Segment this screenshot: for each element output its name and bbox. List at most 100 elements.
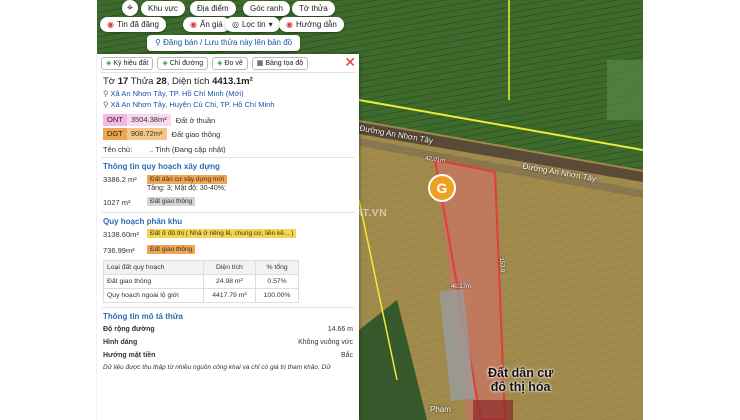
table-cell: Đất giao thông xyxy=(103,274,204,289)
address-new[interactable]: ⚲ Xã An Nhơn Tây, TP. Hồ Chí Minh (Mới) xyxy=(97,88,359,99)
construction-area-2: 1027 m² xyxy=(103,198,131,207)
left-margin xyxy=(0,0,97,420)
legend-icon: ◈ xyxy=(106,59,112,67)
zone-overlay-label: Đất dân cư đô thị hóa xyxy=(488,366,553,394)
sheet-number: 17 xyxy=(117,76,129,87)
dia-diem-button[interactable]: Địa điểm xyxy=(190,1,236,16)
construction-tag-2: Đất giao thông xyxy=(147,197,196,206)
address-old-text: Xã An Nhơn Tây, Huyện Củ Chi, TP. Hồ Chí… xyxy=(110,100,275,109)
table-header-percent: % tổng xyxy=(255,260,299,275)
measure-icon: ◈ xyxy=(217,59,223,67)
table-cell: 100.00% xyxy=(255,288,299,303)
desc-row-shape: Hình dáng Không vuông vức xyxy=(97,336,359,349)
zoning-area-1: 3138.60m² xyxy=(103,230,139,239)
loc-tin-button[interactable]: ◎ Lọc tin ▾ xyxy=(225,17,280,32)
zoning-tag-1: Đất ở đô thị ( Nhà ở riêng lẻ, chung cư,… xyxy=(147,229,297,238)
table-row: Quy hoạch ngoài lộ giới 4417.79 m² 100.0… xyxy=(103,288,299,303)
edge-length-mid: 40.17m xyxy=(451,284,472,290)
to-thua-label: Tờ thửa xyxy=(299,4,328,13)
loc-tin-label: Lọc tin xyxy=(241,20,266,29)
tab-do-ve[interactable]: ◈ Đo vẽ xyxy=(212,56,248,70)
table-cell: Quy hoạch ngoài lộ giới xyxy=(103,288,204,303)
owner-label: Tên chủ: xyxy=(103,145,133,154)
plot-area: 4413.1m² xyxy=(212,76,253,87)
table-header-type: Loại đất quy hoạch xyxy=(103,260,204,275)
zone-overlay-line2: đô thị hóa xyxy=(490,380,551,394)
locate-me-button[interactable]: ⌖ xyxy=(122,0,138,16)
land-desc-dgt: Đất giao thông xyxy=(171,129,221,139)
plot-info-panel: ◈ Ký hiệu đất ◈ Chỉ đường ◈ Đo vẽ ▦ Bảng… xyxy=(97,54,359,420)
close-icon[interactable]: ✕ xyxy=(344,55,356,69)
road-label-3: Phạm xyxy=(430,405,451,414)
land-area-dgt: 908.72m² xyxy=(126,128,167,140)
edge-length-right: 153.9 xyxy=(497,257,506,273)
desc-row-facing: Hướng mặt tiền Bắc xyxy=(97,349,359,362)
zone-overlay-line1: Đất dân cư xyxy=(488,366,554,380)
desc-label: Hình dáng xyxy=(103,339,138,346)
zoning-tag-2: Đất giao thông xyxy=(147,245,196,254)
huong-dan-label: Hướng dẫn xyxy=(295,20,337,29)
table-row: Đất giao thông 24.98 m² 0.57% xyxy=(103,274,299,289)
tab-bang-toa-do-label: Bảng tọa độ xyxy=(265,59,304,67)
address-old[interactable]: ⚲ Xã An Nhơn Tây, Huyện Củ Chi, TP. Hồ Ch… xyxy=(97,99,359,110)
zoning-area-2: 736.99m² xyxy=(103,246,135,255)
construction-area-1: 3386.2 m² xyxy=(103,175,137,184)
land-type-ont: ONT 3504.38m² Đất ở thuần xyxy=(103,114,353,126)
post-listing-banner[interactable]: ⚲ Đăng bán / Lưu thửa này lên bản đồ xyxy=(147,35,301,51)
title-prefix: Tờ xyxy=(103,76,116,87)
tab-ky-hieu-dat[interactable]: ◈ Ký hiệu đất xyxy=(101,56,154,70)
crosshair-icon: ⌖ xyxy=(126,2,134,14)
table-header-area: Diện tích xyxy=(202,260,257,275)
zoning-table: Loại đất quy hoạch Diện tích % tổng Đất … xyxy=(103,260,299,303)
construction-item-2: 1027 m² Đất giao thông xyxy=(97,196,359,208)
khu-vuc-button[interactable]: Khu vực xyxy=(141,1,185,16)
tin-da-dang-label: Tin đã đăng xyxy=(116,20,159,29)
zoning-heading: Quy hoạch phân khu xyxy=(103,217,183,226)
guide-icon: ◉ xyxy=(286,20,293,29)
desc-value: Không vuông vức xyxy=(298,339,353,346)
tab-chi-duong[interactable]: ◈ Chỉ đường xyxy=(157,56,209,70)
goc-ranh-button[interactable]: Góc ranh xyxy=(243,1,290,16)
chevron-down-icon: ▾ xyxy=(268,20,273,29)
tin-da-dang-button[interactable]: ◉ Tin đã đăng xyxy=(100,17,166,32)
disclaimer-text: Dữ liệu được thu thập từ nhiều nguồn côn… xyxy=(103,364,331,371)
land-code-dgt: DGT xyxy=(103,128,127,140)
land-type-dgt: DGT 908.72m² Đất giao thông xyxy=(103,128,353,140)
construction-item-1: 3386.2 m² Đất dân cư xây dựng mới Tầng: … xyxy=(97,173,359,193)
filter-icon: ◎ xyxy=(232,20,239,29)
address-new-text: Xã An Nhơn Tây, TP. Hồ Chí Minh (Mới) xyxy=(110,89,244,98)
area-label: Diện tích xyxy=(171,76,210,87)
tab-ky-hieu-dat-label: Ký hiệu đất xyxy=(113,59,149,67)
land-desc-ont: Đất ở thuần xyxy=(175,115,216,125)
tab-bang-toa-do[interactable]: ▦ Bảng tọa độ xyxy=(251,56,309,70)
plot-title: Tờ 17 Thửa 28, Diện tích 4413.1m² xyxy=(97,73,359,88)
plot-number: 28 xyxy=(156,76,167,87)
panel-tabs: ◈ Ký hiệu đất ◈ Chỉ đường ◈ Đo vẽ ▦ Bảng… xyxy=(97,54,359,72)
post-listing-label: Đăng bán / Lưu thửa này lên bản đồ xyxy=(163,38,293,47)
table-cell: 4417.79 m² xyxy=(202,288,257,303)
construction-tag-1: Đất dân cư xây dựng mới xyxy=(147,175,228,184)
directions-icon: ◈ xyxy=(162,59,168,67)
table-cell: 24.98 m² xyxy=(202,274,257,289)
title-comma: , xyxy=(166,76,170,87)
tab-chi-duong-label: Chỉ đường xyxy=(169,59,204,67)
land-area-ont: 3504.38m² xyxy=(126,114,171,126)
to-thua-button[interactable]: Tờ thửa xyxy=(292,1,335,16)
zoning-item-1: 3138.60m² Đất ở đô thị ( Nhà ở riêng lẻ,… xyxy=(97,228,359,240)
location-pin-icon[interactable]: G xyxy=(428,174,456,202)
desc-label: Hướng mặt tiền xyxy=(103,352,156,359)
construction-heading: Thông tin quy hoạch xây dựng xyxy=(103,162,220,171)
an-gia-button[interactable]: ◉ Ẩn giá xyxy=(183,17,230,32)
owner-row: Tên chủ: .. Tỉnh (Đang cập nhật) xyxy=(97,142,359,157)
plot-label: Thửa xyxy=(130,76,154,87)
construction-detail-1: Tầng: 3; Mật độ: 30-40%; xyxy=(147,185,226,192)
zoning-item-2: 736.99m² Đất giao thông xyxy=(97,244,359,256)
desc-value: 14.66 m xyxy=(327,326,353,333)
desc-label: Độ rộng đường xyxy=(103,326,155,333)
huong-dan-button[interactable]: ◉ Hướng dẫn xyxy=(279,17,344,32)
tag-icon: ◉ xyxy=(107,20,114,29)
land-code-ont: ONT xyxy=(103,114,127,126)
an-gia-label: Ẩn giá xyxy=(199,20,223,29)
right-margin xyxy=(643,0,740,420)
pin-icon: ⚲ xyxy=(103,89,109,98)
